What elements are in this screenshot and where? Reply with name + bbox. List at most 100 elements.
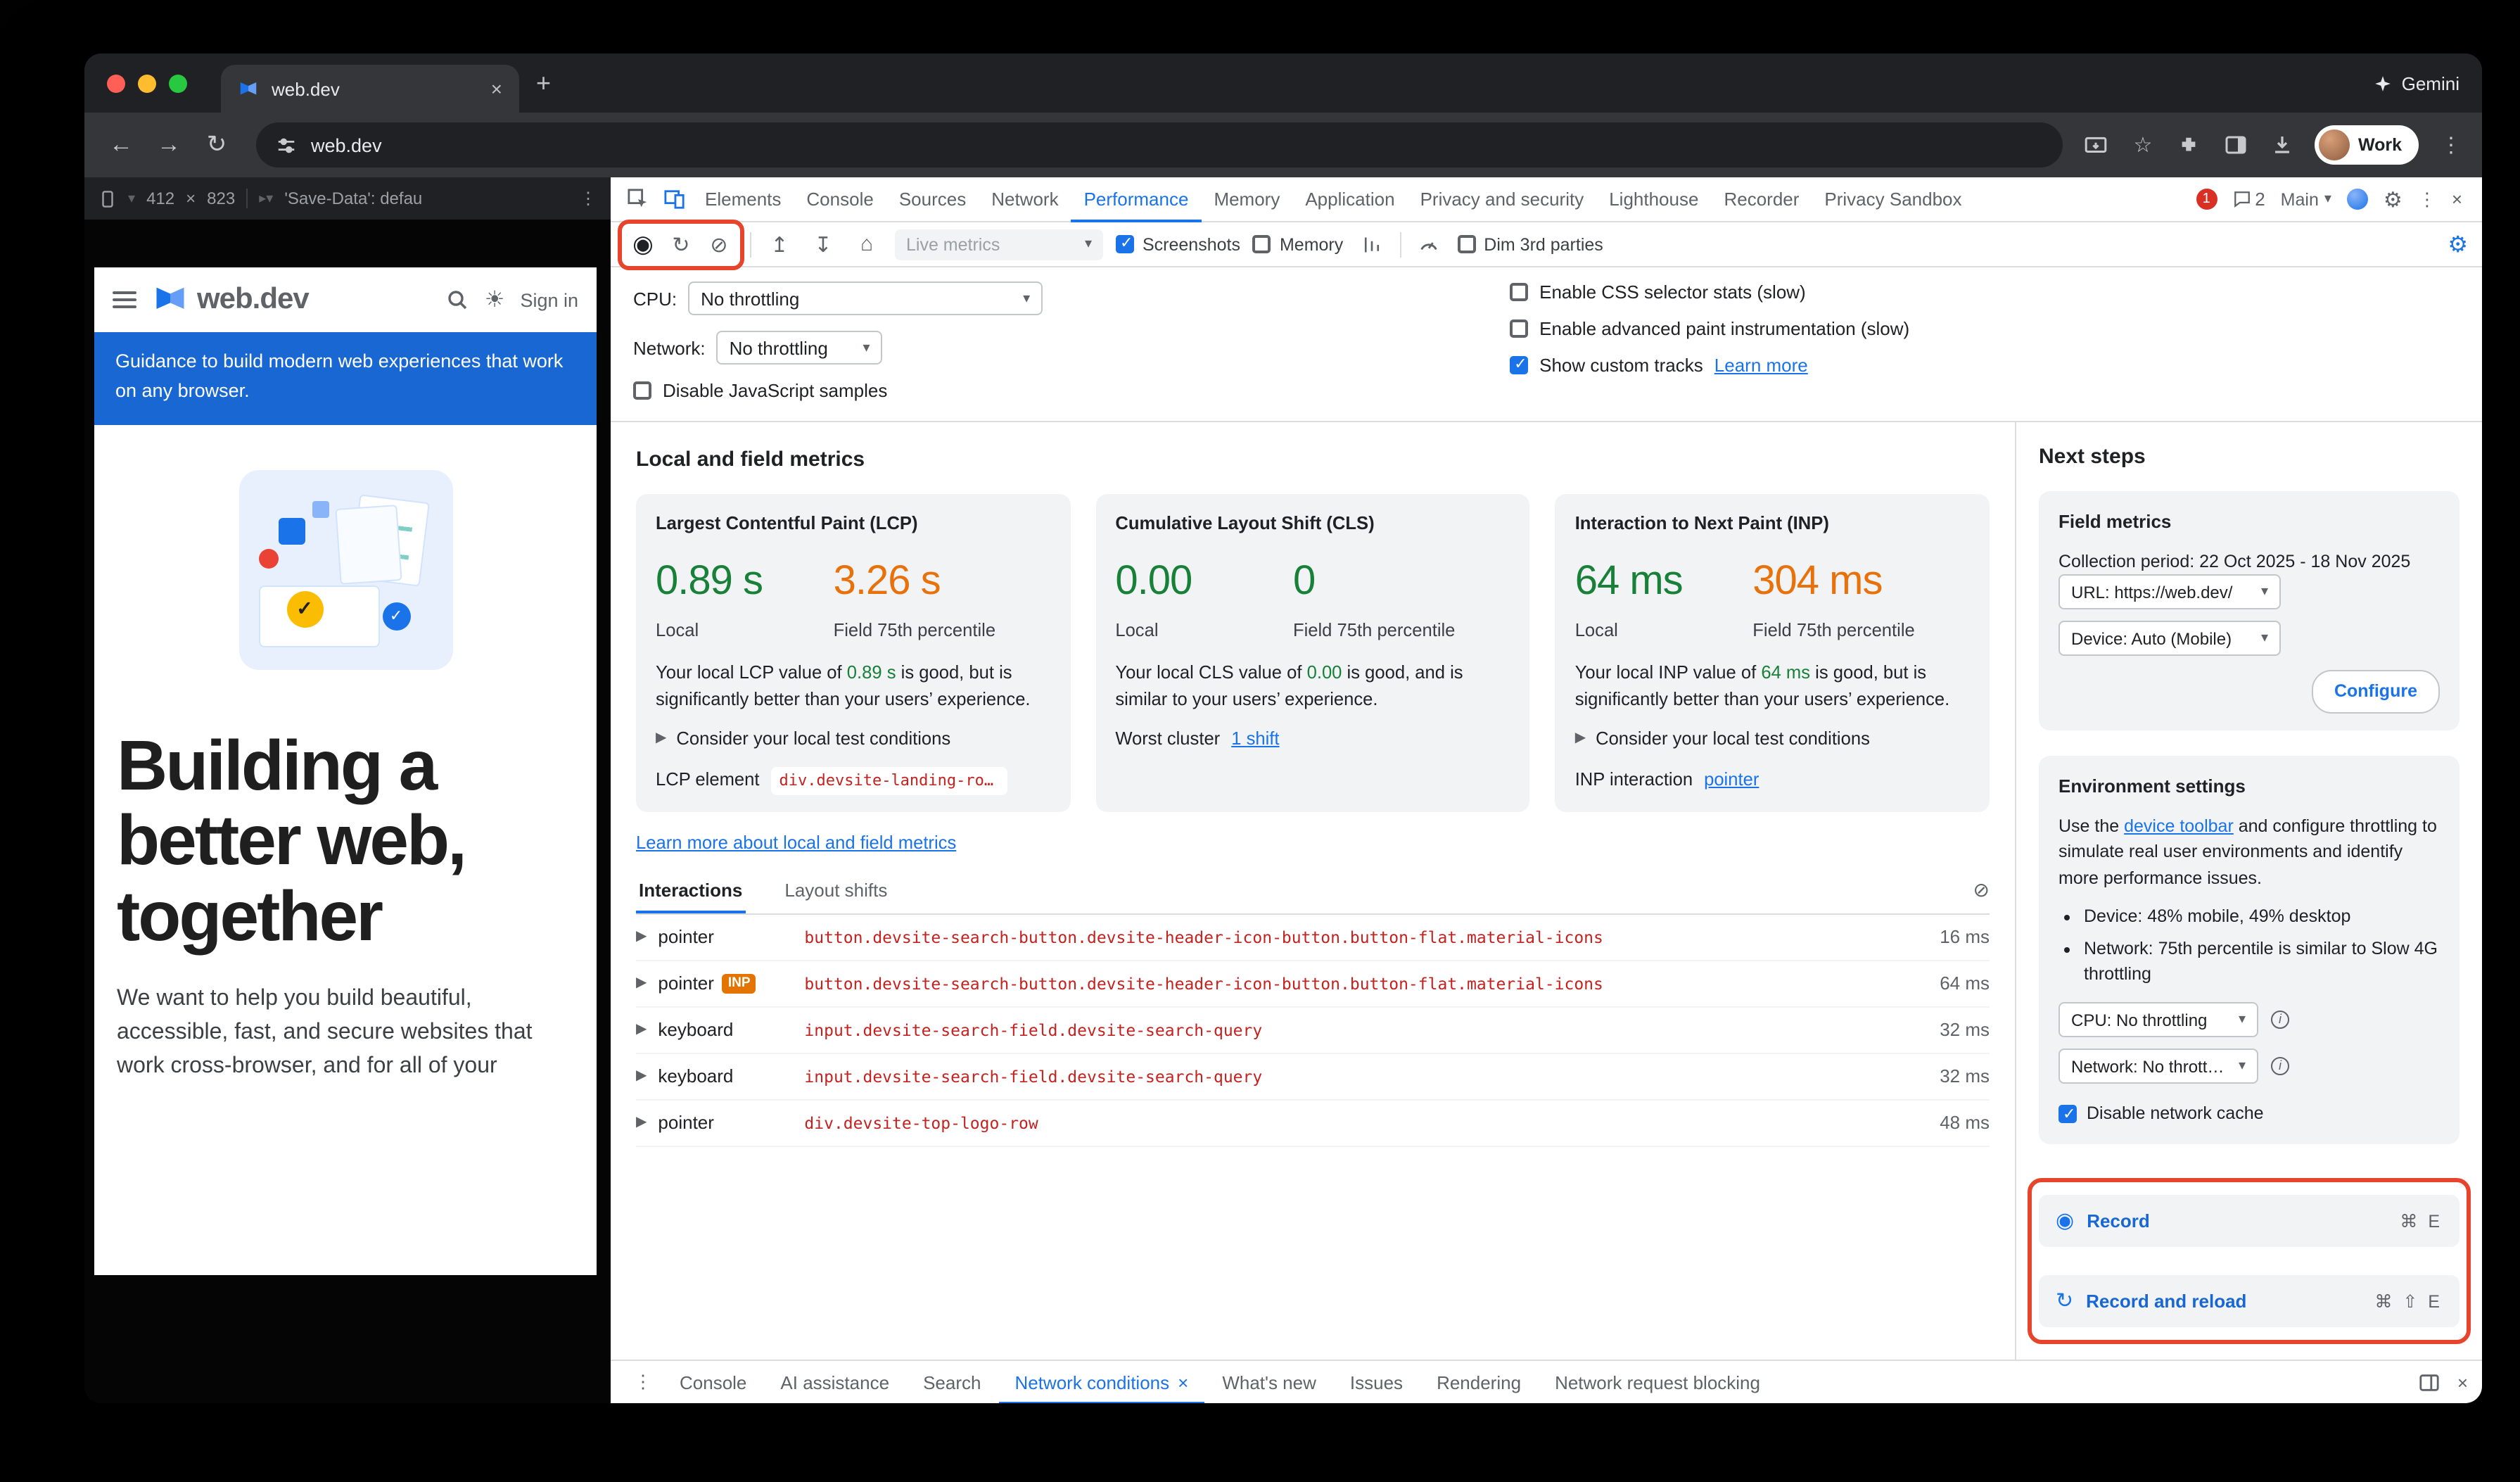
save-profile-icon[interactable]: ↧	[808, 229, 839, 260]
devtools-settings-icon[interactable]: ⚙	[2384, 186, 2403, 212]
issues-badge[interactable]: 2	[2232, 189, 2265, 210]
screenshots-checkbox[interactable]	[1116, 235, 1134, 253]
theme-toggle-icon[interactable]: ☀	[485, 286, 505, 314]
row-chevron-icon[interactable]: ▶	[636, 975, 647, 991]
zoom-caret-icon[interactable]: ▸▾	[259, 191, 273, 206]
tab-lighthouse[interactable]: Lighthouse	[1596, 177, 1711, 222]
sign-in-link[interactable]: Sign in	[520, 289, 578, 310]
drawer-tab-ai-assistance[interactable]: AI assistance	[765, 1360, 905, 1403]
drawer-tab-console[interactable]: Console	[664, 1360, 762, 1403]
lcp-element-chip[interactable]: div.devsite-landing-row-ite…	[771, 767, 1007, 795]
downloads-icon[interactable]	[2268, 131, 2296, 159]
tab-console[interactable]: Console	[794, 177, 886, 222]
paint-instrumentation-toggle[interactable]: Enable advanced paint instrumentation (s…	[1510, 318, 1909, 339]
drawer-tab-rendering[interactable]: Rendering	[1421, 1360, 1536, 1403]
network-info-icon[interactable]: i	[2271, 1057, 2289, 1075]
record-and-reload-icon[interactable]: ↻	[666, 229, 696, 260]
cls-cluster-link[interactable]: 1 shift	[1231, 726, 1279, 752]
memory-toggle[interactable]: Memory	[1253, 234, 1343, 254]
tab-layout-shifts[interactable]: Layout shifts	[782, 866, 890, 913]
disable-network-cache-toggle[interactable]: Disable network cache	[2058, 1101, 2440, 1127]
interaction-row[interactable]: ▶ pointer div.devsite-top-logo-row 48 ms	[636, 1100, 1990, 1146]
custom-tracks-checkbox[interactable]	[1510, 356, 1528, 374]
paint-instrumentation-checkbox[interactable]	[1510, 319, 1528, 338]
tab-memory[interactable]: Memory	[1201, 177, 1292, 222]
clear-recording-icon[interactable]: ⊘	[704, 229, 734, 260]
css-selector-stats-toggle[interactable]: Enable CSS selector stats (slow)	[1510, 281, 1909, 303]
tab-privacy-sandbox[interactable]: Privacy Sandbox	[1812, 177, 1974, 222]
screenshots-toggle[interactable]: Screenshots	[1116, 234, 1240, 254]
inspect-element-icon[interactable]	[619, 181, 656, 217]
device-toolbar-menu-icon[interactable]: ⋮	[580, 189, 597, 208]
learn-more-metrics-link[interactable]: Learn more about local and field metrics	[636, 831, 956, 852]
memory-checkbox[interactable]	[1253, 235, 1271, 253]
dimensions-icon[interactable]	[98, 189, 117, 208]
field-url-select[interactable]: URL: https://web.dev/ ▾	[2058, 575, 2281, 610]
new-tab-button[interactable]: +	[536, 68, 551, 98]
css-selector-stats-checkbox[interactable]	[1510, 283, 1528, 301]
devtools-close-icon[interactable]: ×	[2452, 189, 2462, 210]
back-button[interactable]: ←	[101, 125, 141, 165]
custom-tracks-learn-more-link[interactable]: Learn more	[1714, 355, 1808, 376]
interaction-target[interactable]: div.devsite-top-logo-row	[804, 1113, 1038, 1132]
profile-button[interactable]: Work	[2315, 125, 2419, 165]
execution-context-select[interactable]: Main ▾	[2281, 189, 2331, 209]
browser-menu-icon[interactable]: ⋮	[2437, 131, 2465, 159]
tab-close-icon[interactable]: ×	[491, 77, 502, 100]
load-profile-icon[interactable]: ↥	[764, 229, 795, 260]
drawer-tab-whats-new[interactable]: What's new	[1207, 1360, 1332, 1403]
tab-network[interactable]: Network	[979, 177, 1071, 222]
extensions-icon[interactable]	[2175, 131, 2203, 159]
configure-button[interactable]: Configure	[2312, 671, 2440, 714]
drawer-tab-close-icon[interactable]: ×	[1178, 1372, 1188, 1393]
capture-settings-gear-icon[interactable]: ⚙	[2448, 230, 2468, 258]
network-throttling-select[interactable]: No throttling ▾	[717, 331, 883, 365]
reload-button[interactable]: ↻	[197, 125, 236, 165]
record-and-reload-button[interactable]: ↻ Record and reload ⌘ ⇧ E	[2039, 1275, 2459, 1327]
inp-test-conditions-expander[interactable]: ▶ Consider your local test conditions	[1575, 726, 1970, 752]
interaction-row[interactable]: ▶ pointer button.devsite-search-button.d…	[636, 914, 1990, 961]
forward-button[interactable]: →	[149, 125, 189, 165]
minimize-window-button[interactable]	[138, 74, 156, 92]
cpu-throttling-select[interactable]: No throttling ▾	[688, 281, 1043, 315]
page-context-icon[interactable]	[2347, 189, 2368, 210]
drawer-menu-icon[interactable]: ⋮	[625, 1364, 661, 1400]
field-device-select[interactable]: Device: Auto (Mobile) ▾	[2058, 621, 2281, 657]
interaction-target[interactable]: input.devsite-search-field.devsite-searc…	[804, 1020, 1262, 1039]
device-toolbar-toggle-icon[interactable]	[656, 181, 692, 217]
tab-application[interactable]: Application	[1292, 177, 1407, 222]
disable-network-cache-checkbox[interactable]	[2058, 1105, 2077, 1123]
gauge-icon[interactable]	[1413, 229, 1444, 260]
custom-tracks-toggle[interactable]: Show custom tracks Learn more	[1510, 355, 1909, 376]
disable-js-samples-checkbox[interactable]	[633, 381, 651, 400]
network-chart-icon[interactable]	[1356, 229, 1387, 260]
tab-interactions[interactable]: Interactions	[636, 866, 745, 913]
tab-elements[interactable]: Elements	[692, 177, 794, 222]
env-network-select[interactable]: Network: No throttling ▾	[2058, 1049, 2258, 1084]
dock-side-icon[interactable]	[2419, 1372, 2441, 1393]
history-select[interactable]: Live metrics ▾	[895, 229, 1103, 260]
record-button[interactable]: ◉ Record ⌘ E	[2039, 1195, 2459, 1247]
record-icon[interactable]: ◉	[628, 229, 658, 260]
interaction-target[interactable]: input.devsite-search-field.devsite-searc…	[804, 1066, 1262, 1086]
inp-interaction-link[interactable]: pointer	[1704, 767, 1759, 793]
env-cpu-select[interactable]: CPU: No throttling ▾	[2058, 1002, 2258, 1037]
side-panel-icon[interactable]	[2222, 131, 2250, 159]
bookmark-star-icon[interactable]: ☆	[2129, 131, 2157, 159]
device-width-field[interactable]: 412	[146, 189, 174, 208]
lcp-test-conditions-expander[interactable]: ▶ Consider your local test conditions	[656, 726, 1050, 752]
row-chevron-icon[interactable]: ▶	[636, 1068, 647, 1084]
clear-interactions-icon[interactable]: ⊘	[1973, 878, 1990, 901]
close-window-button[interactable]	[107, 74, 125, 92]
drawer-tab-network-conditions[interactable]: Network conditions ×	[999, 1360, 1204, 1403]
live-metrics-home-icon[interactable]: ⌂	[851, 229, 882, 260]
row-chevron-icon[interactable]: ▶	[636, 929, 647, 944]
dim-third-parties-toggle[interactable]: Dim 3rd parties	[1457, 234, 1603, 254]
tab-sources[interactable]: Sources	[886, 177, 979, 222]
drawer-tab-network-request-blocking[interactable]: Network request blocking	[1539, 1360, 1776, 1403]
drawer-tab-search[interactable]: Search	[908, 1360, 996, 1403]
tab-recorder[interactable]: Recorder	[1711, 177, 1812, 222]
tab-privacy-security[interactable]: Privacy and security	[1408, 177, 1597, 222]
devtools-menu-icon[interactable]: ⋮	[2418, 188, 2436, 210]
row-chevron-icon[interactable]: ▶	[636, 1022, 647, 1037]
